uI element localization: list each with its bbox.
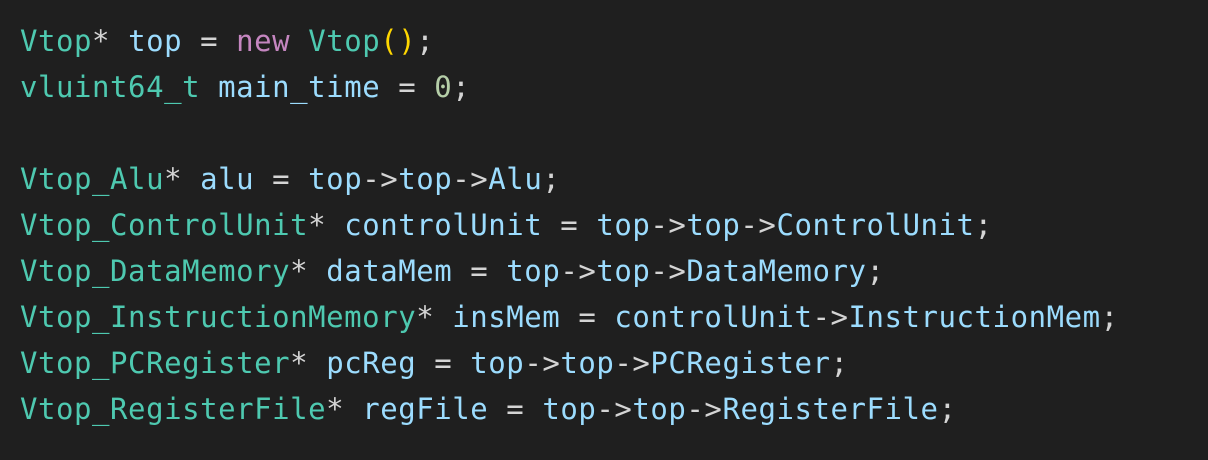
code-operator-token: -> [686,392,723,426]
code-editor[interactable]: Vtop* top = new Vtop(); vluint64_t main_t… [20,18,1200,432]
code-line[interactable]: Vtop* top = new Vtop(); [20,18,1200,64]
code-type-token: Vtop_RegisterFile [20,392,327,426]
code-identifier-token: top [560,346,615,380]
code-operator-token: -> [524,346,561,380]
code-identifier-token: regFile [362,392,489,426]
code-operator-token: * [92,24,129,58]
code-identifier-token: controlUnit [614,300,813,334]
code-identifier-token: PCRegister [650,346,831,380]
code-operator-token: = [452,254,507,288]
code-identifier-token: insMem [452,300,561,334]
code-identifier-token: DataMemory [686,254,867,288]
code-operator-token: -> [560,254,597,288]
code-operator-token: -> [812,300,849,334]
code-identifier-token: top [596,254,651,288]
code-identifier-token: InstructionMem [848,300,1101,334]
code-operator-token [200,70,218,104]
code-identifier-token: controlUnit [344,208,543,242]
code-operator-token [290,24,308,58]
code-identifier-token: top [470,346,525,380]
code-identifier-token: top [686,208,741,242]
code-bracket-token: () [380,24,417,58]
code-identifier-token: top [632,392,687,426]
code-keyword-token: new [236,24,291,58]
code-operator-token: -> [596,392,633,426]
code-operator-token: = [560,300,615,334]
code-type-token: Vtop_ControlUnit [20,208,309,242]
code-operator-token: = [488,392,543,426]
code-line[interactable]: vluint64_t main_time = 0; [20,64,1200,110]
code-type-token: Vtop [308,24,381,58]
code-identifier-token: top [542,392,597,426]
code-type-token: Vtop_PCRegister [20,346,291,380]
code-identifier-token: alu [200,162,255,196]
code-identifier-token: dataMem [326,254,453,288]
code-operator-token: ; [830,346,849,380]
code-identifier-token: top [128,24,183,58]
code-operator-token: * [308,208,345,242]
code-operator-token: * [290,254,327,288]
code-operator-token: -> [740,208,777,242]
code-operator-token: -> [614,346,651,380]
code-type-token: Vtop_InstructionMemory [20,300,417,334]
code-operator-token: = [380,70,435,104]
code-identifier-token: top [596,208,651,242]
code-line[interactable]: Vtop_InstructionMemory* insMem = control… [20,294,1200,340]
code-line[interactable]: Vtop_DataMemory* dataMem = top->top->Dat… [20,248,1200,294]
code-identifier-token: RegisterFile [722,392,939,426]
code-line-blank[interactable] [20,110,1200,156]
code-operator-token: ; [416,24,435,58]
code-identifier-token: Alu [488,162,543,196]
code-operator-token: = [416,346,471,380]
code-identifier-token: top [308,162,363,196]
code-operator-token: -> [452,162,489,196]
code-identifier-token: top [398,162,453,196]
code-operator-token: * [416,300,453,334]
code-type-token: vluint64_t [20,70,201,104]
code-type-token: Vtop_Alu [20,162,165,196]
code-operator-token: -> [650,254,687,288]
code-operator-token: ; [866,254,885,288]
code-operator-token: -> [650,208,687,242]
code-line[interactable]: Vtop_PCRegister* pcReg = top->top->PCReg… [20,340,1200,386]
code-line[interactable]: Vtop_Alu* alu = top->top->Alu; [20,156,1200,202]
code-operator-token: ; [938,392,957,426]
code-operator-token: ; [452,70,471,104]
code-identifier-token: main_time [218,70,381,104]
code-type-token: Vtop [20,24,93,58]
code-operator-token: = [254,162,309,196]
code-identifier-token: pcReg [326,346,417,380]
code-operator-token: * [290,346,327,380]
code-operator-token: ; [1100,300,1119,334]
code-operator-token: -> [362,162,399,196]
code-type-token: Vtop_DataMemory [20,254,291,288]
code-identifier-token: top [506,254,561,288]
code-operator-token: ; [542,162,561,196]
code-operator-token: ; [974,208,993,242]
code-identifier-token: ControlUnit [776,208,975,242]
code-operator-token: = [182,24,237,58]
code-operator-token: * [326,392,363,426]
code-operator-token: * [164,162,201,196]
code-line[interactable]: Vtop_RegisterFile* regFile = top->top->R… [20,386,1200,432]
code-line[interactable]: Vtop_ControlUnit* controlUnit = top->top… [20,202,1200,248]
code-number-token: 0 [434,70,453,104]
code-operator-token: = [542,208,597,242]
